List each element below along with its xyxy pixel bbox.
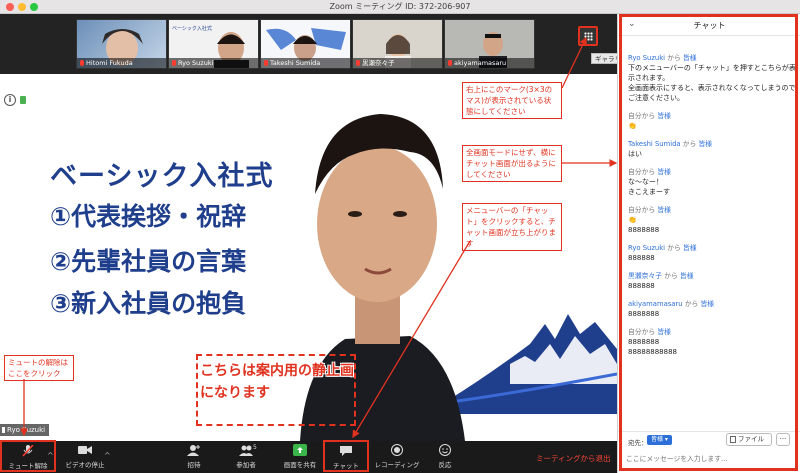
muted-mic-icon [172, 60, 176, 66]
participants-icon [239, 445, 253, 456]
chat-message-sender: 自分から 皆様 [628, 168, 671, 176]
participants-button[interactable]: 参加者 5 [228, 444, 264, 472]
muted-mic-icon [448, 60, 452, 66]
chat-message: 自分から 皆様 👏 8888888 [628, 206, 796, 235]
chat-message-text: 👏 8888888 [628, 216, 660, 234]
participant-thumbnail[interactable]: ベーシック入社式 Ryo Suzuki [168, 19, 259, 69]
chat-message: Ryo Suzuki から 皆様下のメニューバーの「チャット」を押すとこちらが表… [628, 54, 796, 103]
slide-line-1: ①代表挨拶・祝辞 [50, 202, 247, 231]
chat-message-text: 8888888 [628, 310, 660, 318]
record-icon [391, 444, 403, 456]
slide-mountain-graphic [450, 314, 617, 414]
chat-message-input[interactable] [626, 452, 791, 466]
add-person-icon [187, 445, 200, 456]
chat-message: 自分から 皆様 8888888 88888888888 [628, 328, 796, 357]
lock-icon [20, 96, 26, 104]
slide-line-3: ③新入社員の抱負 [50, 289, 247, 318]
stop-video-button[interactable]: ビデオの停止 [60, 444, 110, 472]
gallery-view-button[interactable] [578, 26, 598, 46]
file-button[interactable]: ファイル [726, 433, 772, 446]
chat-message-text: な〜なー！ きこえまーす [628, 178, 670, 196]
recipient-label: 宛先： [628, 439, 648, 447]
chat-message-text: 888888 [628, 254, 655, 262]
annotation-no-fullscreen: 全画面モードにせず、横にチャット画面が出るようにしてください [462, 145, 562, 182]
muted-mic-icon [356, 60, 360, 66]
reactions-button[interactable]: 反応 [432, 444, 458, 472]
slide-line-2: ②先輩社員の言葉 [50, 247, 247, 276]
active-speaker-name: Ryo Suzuki [0, 424, 50, 436]
chat-footer: 宛先： 皆様 ▾ ファイル ··· [618, 431, 800, 473]
smiley-icon [439, 444, 451, 456]
share-screen-icon [293, 444, 307, 456]
audio-options-caret[interactable]: ^ [47, 451, 54, 460]
muted-mic-icon [80, 60, 84, 66]
chat-message-sender: 自分から 皆様 [628, 112, 671, 120]
chat-message-sender: Ryo Suzuki から 皆様 [628, 244, 697, 252]
title-bar: Zoom ミーティング ID: 372-206-907 [0, 0, 800, 14]
share-screen-button[interactable]: 画面を共有 [280, 444, 320, 472]
chat-message-text: 👏 [628, 122, 637, 130]
chat-message-sender: 自分から 皆様 [628, 206, 671, 214]
chat-message: Ryo Suzuki から 皆様 888888 [628, 244, 796, 263]
chat-bubble-icon [340, 446, 352, 456]
chat-message-list[interactable]: Ryo Suzuki から 皆様下のメニューバーの「チャット」を押すとこちらが表… [628, 54, 796, 366]
participant-thumbnail[interactable]: akiyamamasaru [444, 19, 535, 69]
static-image-label: こちらは案内用の静止画になります [200, 363, 354, 401]
annotation-gallery-mark: 右上にこのマーク(3×3のマス)が表示されている状態にしてください [462, 82, 562, 119]
participant-thumbnail[interactable]: 黒瀬奈々子 [352, 19, 443, 69]
participants-count: 5 [253, 444, 257, 451]
grid-3x3-icon [584, 32, 593, 41]
info-icon[interactable]: i [4, 94, 16, 106]
participant-thumbnail[interactable]: Takeshi Sumida [260, 19, 351, 69]
chat-panel: ⌄ チャット Ryo Suzuki から 皆様下のメニューバーの「チャット」を押… [617, 14, 800, 473]
speaker-mic-icon [2, 427, 5, 433]
meeting-toolbar: ミュート解除 ^ ビデオの停止 ^ 招待 参加者 5 画面を共有 チャット レコ… [0, 440, 617, 473]
video-camera-icon [78, 446, 92, 454]
participant-thumbnail[interactable]: Hitomi Fukuda [76, 19, 167, 69]
more-options-button[interactable]: ··· [776, 433, 790, 446]
chat-message-sender: Takeshi Sumida から 皆様 [628, 140, 713, 148]
chat-message-sender: akiyamamasaru から 皆様 [628, 300, 715, 308]
video-options-caret[interactable]: ^ [104, 451, 111, 460]
gallery-view-tooltip: ギャラリービュー [591, 53, 617, 64]
chat-message-text: 8888888 88888888888 [628, 338, 677, 356]
slide-title: ベーシック入社式 [50, 161, 274, 192]
chat-message-text: はい [628, 150, 642, 158]
chat-message: 黒瀬奈々子 から 皆様 888888 [628, 272, 796, 291]
recipient-select[interactable]: 皆様 ▾ [647, 435, 672, 445]
svg-text:ベーシック入社式: ベーシック入社式 [172, 25, 212, 32]
chat-message-sender: 黒瀬奈々子 から 皆様 [628, 272, 694, 280]
chat-message: 自分から 皆様 👏 [628, 112, 796, 131]
file-icon [730, 435, 736, 443]
chat-message-text: 888888 [628, 282, 655, 290]
annotation-unmute: ミュートの解除はここをクリック [4, 355, 74, 381]
chat-message-sender: 自分から 皆様 [628, 328, 671, 336]
window-title: Zoom ミーティング ID: 372-206-907 [329, 2, 471, 11]
muted-mic-icon [264, 60, 268, 66]
chat-message: Takeshi Sumida から 皆様 はい [628, 140, 796, 159]
chat-message-text: 下のメニューバーの「チャット」を押すとこちらが表示されます。 全画面表示にすると… [628, 64, 796, 102]
chat-title: チャット [693, 21, 726, 30]
muted-mic-icon [22, 445, 34, 457]
annotation-chat-button: メニューバーの「チャット」をクリックすると、チャット画面が立ち上がります [462, 203, 562, 251]
chat-message: akiyamamasaru から 皆様 8888888 [628, 300, 796, 319]
leave-meeting-button[interactable]: ミーティングから退出 [536, 453, 611, 464]
invite-button[interactable]: 招待 [180, 444, 208, 472]
chat-message: 自分から 皆様な〜なー！ きこえまーす [628, 168, 796, 197]
record-button[interactable]: レコーディング [372, 444, 422, 472]
chat-message-sender: Ryo Suzuki から 皆様 [628, 54, 697, 62]
gallery-strip: Hitomi Fukuda ベーシック入社式 Ryo Suzuki Takesh… [0, 14, 617, 74]
chat-header: ⌄ チャット [618, 14, 800, 36]
chat-button[interactable]: チャット [323, 440, 369, 472]
